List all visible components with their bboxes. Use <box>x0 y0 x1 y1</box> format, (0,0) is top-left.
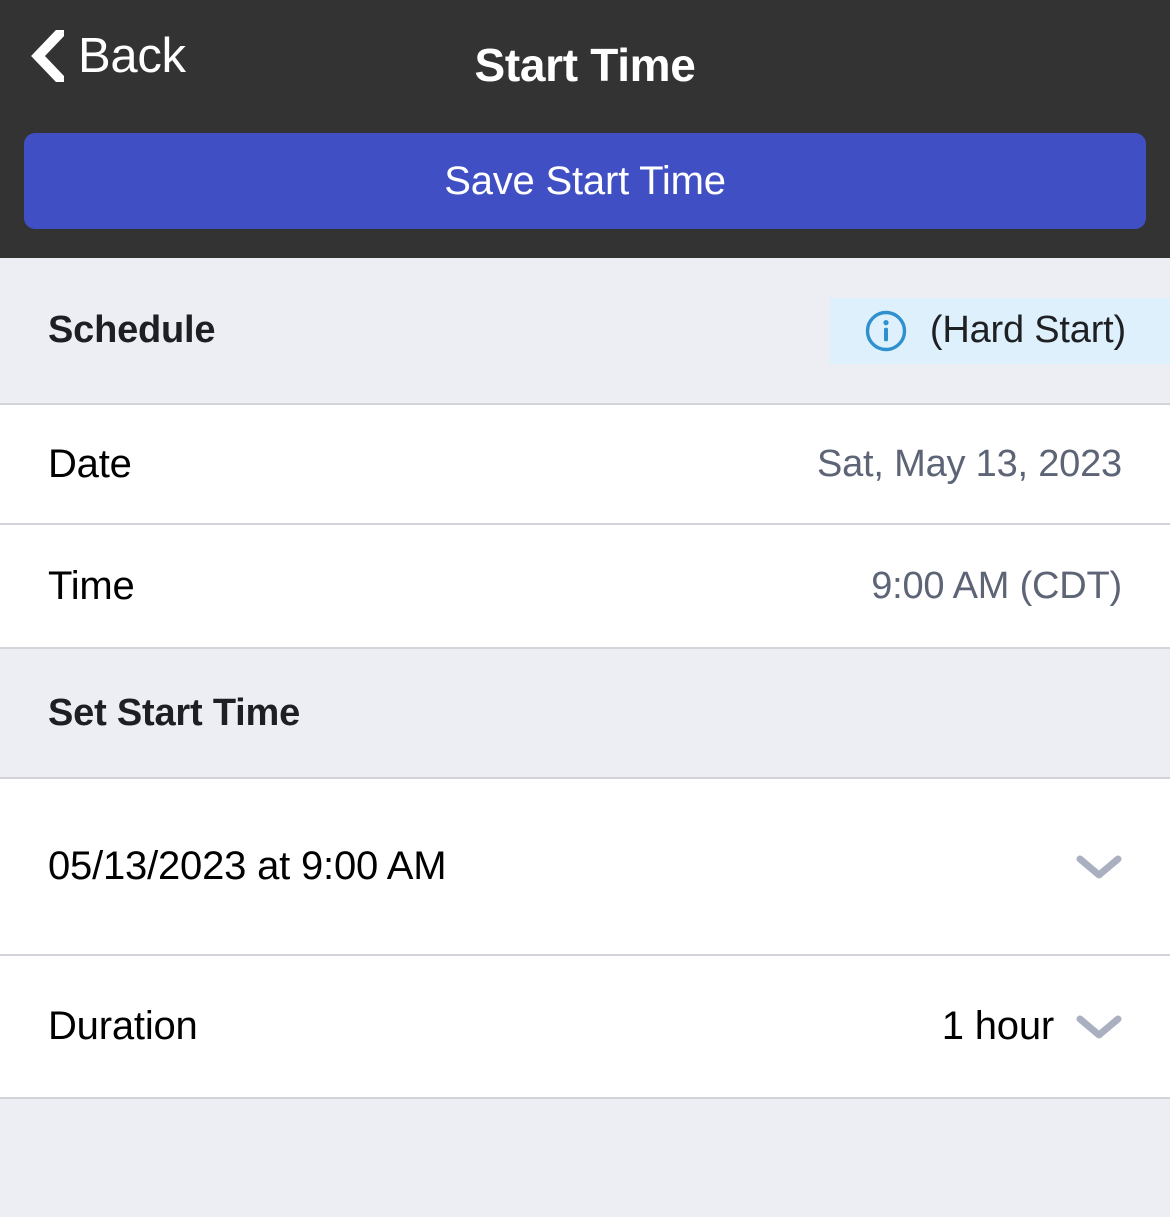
section-header-set-start-time: Set Start Time <box>0 649 1170 779</box>
chevron-down-icon[interactable] <box>1076 1014 1122 1040</box>
page-title: Start Time <box>474 39 696 91</box>
chevron-down-icon[interactable] <box>1076 854 1122 880</box>
hard-start-badge-label: (Hard Start) <box>929 309 1126 351</box>
row-time[interactable]: Time 9:00 AM (CDT) <box>0 525 1170 649</box>
duration-value: 1 hour <box>941 1004 1054 1048</box>
datetime-picker-value: 05/13/2023 at 9:00 AM <box>48 844 447 888</box>
hard-start-badge[interactable]: (Hard Start) <box>829 297 1170 364</box>
duration-label: Duration <box>48 1004 198 1048</box>
datetime-picker-row[interactable]: 05/13/2023 at 9:00 AM <box>0 779 1170 956</box>
section-title-set-start-time: Set Start Time <box>48 691 301 734</box>
row-time-value: 9:00 AM (CDT) <box>871 564 1122 607</box>
navbar-top-row: Back Start Time <box>0 0 1170 133</box>
section-title-schedule: Schedule <box>48 309 216 351</box>
start-time-screen: Back Start Time Save Start Time Schedule… <box>0 0 1170 1217</box>
settings-list: Schedule (Hard Start) Date Sat, May 13, … <box>0 258 1170 1217</box>
row-date-label: Date <box>48 441 132 486</box>
row-date-value: Sat, May 13, 2023 <box>816 442 1122 485</box>
save-start-time-button[interactable]: Save Start Time <box>24 133 1146 229</box>
row-time-label: Time <box>48 563 135 608</box>
section-header-schedule: Schedule (Hard Start) <box>0 258 1170 405</box>
info-icon <box>865 310 907 351</box>
list-footer-spacer <box>0 1099 1170 1217</box>
duration-control[interactable]: 1 hour <box>942 1004 1122 1049</box>
row-date[interactable]: Date Sat, May 13, 2023 <box>0 405 1170 525</box>
duration-row[interactable]: Duration 1 hour <box>0 956 1170 1099</box>
navigation-bar: Back Start Time Save Start Time <box>0 0 1170 258</box>
